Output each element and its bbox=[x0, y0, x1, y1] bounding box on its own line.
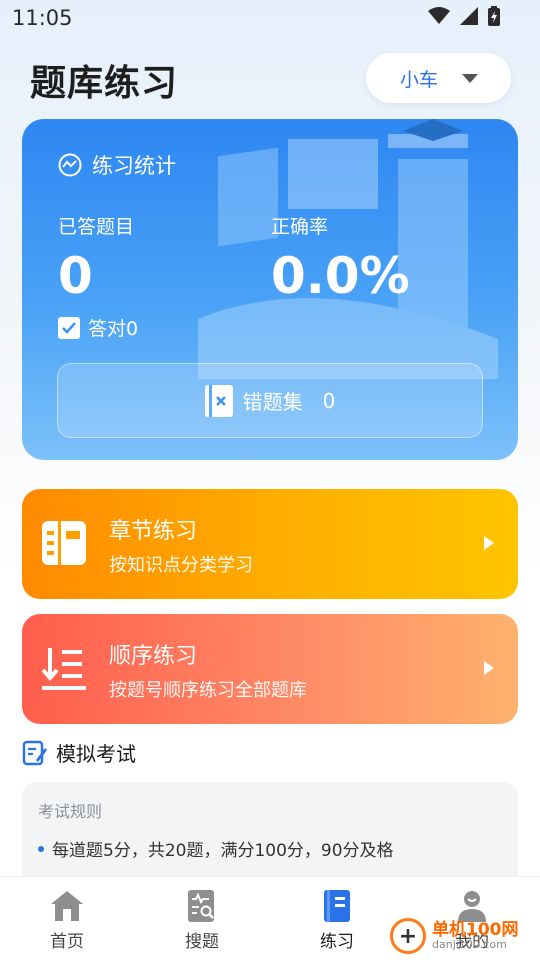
correct-count-label: 答对0 bbox=[88, 318, 139, 340]
exam-rules-title: 考试规则 bbox=[38, 802, 103, 821]
nav-item-search[interactable]: 搜题 bbox=[162, 889, 242, 952]
wrong-set-count: 0 bbox=[322, 388, 336, 413]
nav-item-home[interactable]: 首页 bbox=[27, 889, 107, 952]
nav-label-search: 搜题 bbox=[185, 932, 219, 952]
chapter-practice-card[interactable]: 章节练习 按知识点分类学习 bbox=[22, 489, 518, 599]
battery-icon bbox=[488, 6, 500, 26]
chapter-practice-subtitle: 按知识点分类学习 bbox=[109, 555, 253, 576]
status-time: 11:05 bbox=[12, 6, 73, 30]
nav-item-practice[interactable]: 练习 bbox=[297, 889, 377, 952]
chapter-practice-title: 章节练习 bbox=[109, 519, 198, 544]
site-watermark: + 单机100网 danji100.com bbox=[390, 918, 519, 954]
exam-rules-line: 每道题5分，共20题，满分100分，90分及格 bbox=[38, 836, 394, 861]
wrong-set-label: 错题集 bbox=[242, 390, 303, 414]
page-title: 题库练习 bbox=[30, 63, 179, 104]
bullet-dot bbox=[38, 845, 44, 852]
practice-stats-card: 练习统计 已答题目 0 正确率 0.0% 答对0 错题集 0 bbox=[22, 119, 518, 460]
wrong-questions-button[interactable]: 错题集 0 bbox=[57, 363, 483, 438]
trend-icon bbox=[58, 153, 82, 177]
vehicle-select-label: 小车 bbox=[400, 68, 439, 91]
stats-heading: 练习统计 bbox=[58, 150, 176, 180]
exam-rules-text: 每道题5分，共20题，满分100分，90分及格 bbox=[52, 841, 394, 861]
chevron-down-icon bbox=[462, 73, 479, 83]
sequential-practice-card[interactable]: 顺序练习 按题号顺序练习全部题库 bbox=[22, 614, 518, 724]
mock-exam-title: 模拟考试 bbox=[56, 742, 136, 766]
nav-label-practice: 练习 bbox=[320, 932, 354, 952]
watermark-text: 单机100网 danji100.com bbox=[432, 920, 519, 951]
mock-exam-heading: 模拟考试 bbox=[22, 738, 136, 767]
wrong-book-icon bbox=[204, 384, 233, 417]
nav-label-home: 首页 bbox=[50, 932, 84, 952]
accuracy-label: 正确率 bbox=[271, 216, 329, 238]
book-icon bbox=[324, 890, 350, 922]
stats-heading-label: 练习统计 bbox=[92, 154, 176, 178]
wifi-icon bbox=[428, 7, 450, 24]
checkbox-icon bbox=[58, 316, 80, 339]
sequential-practice-title: 顺序练习 bbox=[109, 644, 198, 669]
correct-count-row: 答对0 bbox=[58, 314, 138, 341]
watermark-brand: 单机100网 bbox=[432, 920, 519, 940]
search-doc-icon bbox=[188, 890, 214, 922]
sort-down-icon bbox=[42, 648, 86, 690]
chapter-book-icon bbox=[42, 521, 86, 565]
arrow-right-icon bbox=[484, 661, 494, 675]
accuracy-value: 0.0% bbox=[271, 247, 410, 305]
watermark-logo-icon: + bbox=[390, 918, 426, 954]
answered-value: 0 bbox=[58, 247, 93, 305]
answered-label: 已答题目 bbox=[58, 216, 135, 238]
arrow-right-icon bbox=[484, 536, 494, 550]
status-bar: 11:05 bbox=[0, 0, 540, 36]
signal-icon bbox=[460, 7, 478, 25]
sequential-practice-subtitle: 按题号顺序练习全部题库 bbox=[109, 680, 307, 701]
watermark-url: danji100.com bbox=[432, 938, 507, 951]
status-icons bbox=[428, 6, 500, 26]
vehicle-type-select[interactable]: 小车 bbox=[366, 53, 511, 103]
edit-doc-icon bbox=[22, 740, 47, 765]
home-icon bbox=[51, 891, 83, 921]
